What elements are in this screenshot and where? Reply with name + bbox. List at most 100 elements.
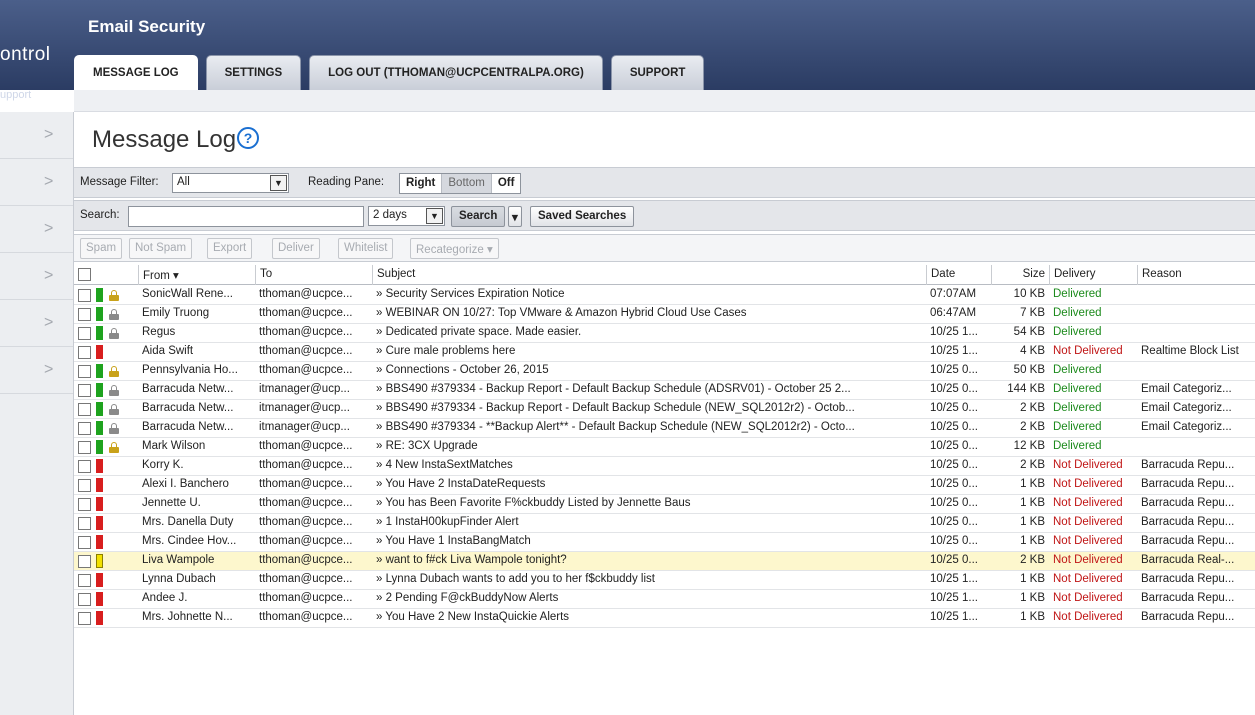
nav-item-4[interactable]: > [0,253,73,300]
search-button[interactable]: Search [451,206,506,227]
row-checkbox[interactable] [78,441,91,454]
reason-cell [1137,438,1255,457]
date-range-select[interactable]: 2 days ▼ [368,206,445,226]
help-icon[interactable]: ? [237,127,259,149]
brand-support-link[interactable]: upport [0,89,31,101]
delivery-cell: Delivered [1053,288,1102,300]
delivery-cell: Not Delivered [1053,554,1123,566]
nav-item-3[interactable]: > [0,206,73,253]
table-row[interactable]: Regus tthoman@ucpce... » Dedicated private… [74,324,1255,343]
search-dropdown-button[interactable]: ▾ [508,206,522,227]
table-row[interactable]: Barracuda Netw... itmanager@ucp... » BBS49… [74,400,1255,419]
nav-item-2[interactable]: > [0,159,73,206]
row-checkbox[interactable] [78,365,91,378]
delivery-cell: Not Delivered [1053,459,1123,471]
size-cell: 1 KB [1020,573,1045,585]
row-checkbox[interactable] [78,498,91,511]
table-row[interactable]: Andee J. tthoman@ucpce... » 2 Pending F@ck… [74,590,1255,609]
tab-message-log[interactable]: MESSAGE LOG [74,55,198,90]
row-checkbox[interactable] [78,346,91,359]
subject-cell: » Dedicated private space. Made easier. [376,326,582,338]
nav-item-6[interactable]: > [0,347,73,394]
table-row[interactable]: Emily Truong tthoman@ucpce... » WEBINAR ON… [74,305,1255,324]
table-row[interactable]: Lynna Dubach tthoman@ucpce... » Lynna Duba… [74,571,1255,590]
reading-pane-off[interactable]: Off [492,174,521,193]
row-checkbox[interactable] [78,612,91,625]
table-row[interactable]: SonicWall Rene... tthoman@ucpce... » Secur… [74,286,1255,305]
row-checkbox[interactable] [78,555,91,568]
table-row[interactable]: Barracuda Netw... itmanager@ucp... » BBS49… [74,419,1255,438]
recategorize-button[interactable]: Recategorize ▾ [410,238,499,259]
column-to[interactable]: To [255,265,372,285]
row-checkbox[interactable] [78,460,91,473]
table-row[interactable]: Barracuda Netw... itmanager@ucp... » BBS49… [74,381,1255,400]
subject-cell: » RE: 3CX Upgrade [376,440,478,452]
to-cell: tthoman@ucpce... [259,307,353,319]
column-subject[interactable]: Subject [372,265,926,285]
row-checkbox[interactable] [78,593,91,606]
subject-cell: » BBS490 #379334 - **Backup Alert** - De… [376,421,855,433]
select-all-checkbox[interactable] [78,268,91,281]
saved-searches-button[interactable]: Saved Searches [530,206,635,227]
column-delivery[interactable]: Delivery [1049,265,1137,285]
export-button[interactable]: Export [207,238,253,259]
status-flag-icon [96,402,103,416]
column-reason[interactable]: Reason [1137,265,1255,285]
row-checkbox[interactable] [78,422,91,435]
date-cell: 10/25 0... [930,459,978,471]
message-filter-select[interactable]: All ▼ [172,173,289,193]
table-row[interactable]: Jennette U. tthoman@ucpce... » You has Bee… [74,495,1255,514]
tab-settings[interactable]: SETTINGS [205,55,302,90]
table-row[interactable]: Korry K. tthoman@ucpce... » 4 New InstaSex… [74,457,1255,476]
row-checkbox[interactable] [78,574,91,587]
column-from[interactable]: From ▾ [138,265,255,285]
whitelist-button[interactable]: Whitelist [338,238,394,259]
table-row[interactable]: Liva Wampole tthoman@ucpce... » want to f#… [74,552,1255,571]
table-row[interactable]: Mark Wilson tthoman@ucpce... » RE: 3CX Upg… [74,438,1255,457]
nav-item-5[interactable]: > [0,300,73,347]
row-checkbox[interactable] [78,517,91,530]
search-input[interactable] [128,206,364,227]
chevron-right-icon: > [44,173,54,190]
search-label: Search: [80,209,120,221]
spam-button[interactable]: Spam [80,238,123,259]
table-row[interactable]: Mrs. Cindee Hov... tthoman@ucpce... » You … [74,533,1255,552]
tab-support[interactable]: SUPPORT [610,55,705,90]
column-date[interactable]: Date [926,265,991,285]
row-checkbox[interactable] [78,384,91,397]
sub-toolbar [74,90,1255,112]
tab-logout[interactable]: LOG OUT (TTHOMAN@UCPCENTRALPA.ORG) [309,55,603,90]
table-row[interactable]: Mrs. Johnette N... tthoman@ucpce... » You … [74,609,1255,628]
reason-cell: Barracuda Real-... [1141,554,1235,566]
from-cell: Liva Wampole [142,554,215,566]
date-cell: 10/25 0... [930,440,978,452]
to-cell: tthoman@ucpce... [259,554,353,566]
deliver-button[interactable]: Deliver [272,238,320,259]
to-cell: tthoman@ucpce... [259,478,353,490]
caret-down-icon: ▾ [512,212,518,224]
reading-pane-bottom[interactable]: Bottom [442,174,492,193]
date-cell: 10/25 1... [930,611,978,623]
search-bar: Search: 2 days ▼ Search ▾ Saved Searches [74,200,1255,231]
row-checkbox[interactable] [78,403,91,416]
table-row[interactable]: Mrs. Danella Duty tthoman@ucpce... » 1 Ins… [74,514,1255,533]
reason-cell [1137,305,1255,324]
not-spam-button[interactable]: Not Spam [129,238,193,259]
subject-cell: » BBS490 #379334 - Backup Report - Defau… [376,402,855,414]
row-checkbox[interactable] [78,479,91,492]
column-size[interactable]: Size [991,265,1049,285]
table-row[interactable]: Aida Swift tthoman@ucpce... » Cure male pr… [74,343,1255,362]
table-row[interactable]: Pennsylvania Ho... tthoman@ucpce... » Conn… [74,362,1255,381]
nav-item-1[interactable]: > [0,112,73,159]
subject-cell: » You Have 2 New InstaQuickie Alerts [376,611,570,623]
table-row[interactable]: Alexi I. Banchero tthoman@ucpce... » You H… [74,476,1255,495]
row-checkbox[interactable] [78,308,91,321]
delivery-cell: Delivered [1053,383,1102,395]
row-checkbox[interactable] [78,327,91,340]
row-checkbox[interactable] [78,289,91,302]
row-checkbox[interactable] [78,536,91,549]
date-cell: 10/25 0... [930,402,978,414]
reading-pane-right[interactable]: Right [400,174,443,193]
delivery-cell: Not Delivered [1053,592,1123,604]
from-cell: Alexi I. Banchero [142,478,229,490]
